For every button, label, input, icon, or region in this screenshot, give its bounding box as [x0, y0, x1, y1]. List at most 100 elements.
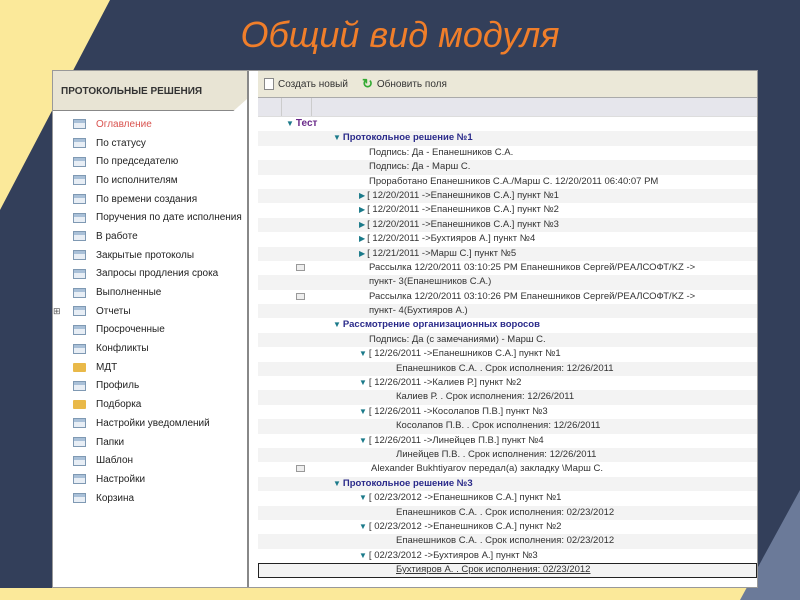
- row-text: Подпись: Да - Епанешников С.А.: [369, 146, 514, 158]
- tree-row[interactable]: Подпись: Да - Марш С.: [258, 160, 757, 175]
- sidebar-item-label: Запросы продления срока: [96, 268, 219, 280]
- table-icon: [73, 287, 86, 298]
- tree-row[interactable]: Епанешников С.А. . Срок исполнения: 02/2…: [258, 534, 757, 549]
- tree-row[interactable]: Подпись: Да (с замечаниями) - Марш С.: [258, 332, 757, 348]
- sidebar-item[interactable]: Профиль: [53, 377, 247, 396]
- tree-row[interactable]: ▶[ 12/21/2011 ->Марш С.] пункт №5: [258, 246, 757, 261]
- tree-row[interactable]: ▼[ 02/23/2012 ->Епанешников С.А.] пункт …: [258, 520, 757, 534]
- collapse-arrow-icon[interactable]: ▼: [359, 378, 367, 387]
- tree-row[interactable]: ▼ Протокольное решение №3: [258, 476, 757, 492]
- sidebar-item[interactable]: По председателю: [53, 152, 247, 171]
- sidebar: ПРОТОКОЛЬНЫЕ РЕШЕНИЯ Оглавление По статус…: [53, 71, 249, 587]
- collapse-arrow-icon[interactable]: ▼: [286, 119, 294, 128]
- tree-row[interactable]: Проработано Епанешников С.А./Марш С. 12/…: [258, 175, 757, 189]
- row-text: Косолапов П.В. . Срок исполнения: 12/26/…: [396, 420, 601, 432]
- row-text: [ 02/23/2012 ->Епанешников С.А.] пункт №…: [368, 520, 562, 532]
- tree-row[interactable]: ▶[ 12/20/2011 ->Епанешников С.А.] пункт …: [258, 203, 757, 217]
- sidebar-item[interactable]: Настройки уведомлений: [53, 414, 247, 433]
- folder-icon: [73, 400, 86, 410]
- tree-row[interactable]: ▼ Протокольное решение №1: [258, 131, 757, 146]
- row-text: [ 12/26/2011 ->Косолапов П.В.] пункт №3: [368, 405, 548, 417]
- row-text: [ 02/23/2012 ->Епанешников С.А.] пункт №…: [368, 492, 562, 504]
- expand-icon[interactable]: ⊞: [53, 306, 61, 317]
- tree-row[interactable]: ▼[ 12/26/2011 ->Косолапов П.В.] пункт №3: [258, 405, 757, 419]
- create-new-button[interactable]: Создать новый: [264, 78, 348, 90]
- tree-row[interactable]: ▼ Рассмотрение организационных воросов: [258, 318, 757, 332]
- tree-view: ▼ Тест ▼ Протокольное решение №1 Подпись: Да…: [258, 117, 757, 578]
- tree-row[interactable]: Рассылка 12/20/2011 03:10:25 PM Епанешни…: [258, 261, 757, 275]
- tree-row[interactable]: ▶[ 12/20/2011 ->Епанешников С.А.] пункт …: [258, 217, 757, 233]
- sidebar-item[interactable]: Шаблон: [53, 451, 247, 470]
- app-screenshot: ПРОТОКОЛЬНЫЕ РЕШЕНИЯ Оглавление По статус…: [52, 70, 758, 588]
- sidebar-item-label: Профиль: [96, 380, 140, 392]
- sidebar-item[interactable]: Корзина: [53, 489, 247, 508]
- collapse-arrow-icon[interactable]: ▼: [359, 407, 367, 416]
- expand-arrow-icon[interactable]: ▶: [359, 191, 365, 200]
- sidebar-item-label: Корзина: [96, 492, 135, 504]
- tree-row[interactable]: ▶[ 12/20/2011 ->Епанешников С.А.] пункт …: [258, 188, 757, 204]
- sidebar-item[interactable]: Запросы продления срока: [53, 265, 247, 284]
- sidebar-item[interactable]: Настройки: [53, 470, 247, 489]
- sidebar-item[interactable]: По исполнителям: [53, 171, 247, 190]
- collapse-arrow-icon[interactable]: ▼: [359, 493, 367, 502]
- tree-row[interactable]: ▼[ 12/26/2011 ->Линейцев П.В.] пункт №4: [258, 434, 757, 448]
- tree-row[interactable]: Бухтияров А. . Срок исполнения: 02/23/20…: [258, 563, 757, 578]
- sidebar-item-label: Папки: [96, 436, 125, 448]
- sidebar-item[interactable]: Поручения по дате исполнения: [53, 208, 247, 227]
- collapse-arrow-icon[interactable]: ▼: [333, 133, 341, 142]
- tree-row[interactable]: ▼[ 12/26/2011 ->Епанешников С.А.] пункт …: [258, 347, 757, 361]
- expand-arrow-icon[interactable]: ▶: [359, 249, 365, 258]
- table-icon: [73, 119, 86, 130]
- sidebar-item-label: По исполнителям: [96, 174, 178, 186]
- tree-row[interactable]: пункт- 4(Бухтияров А.): [258, 304, 757, 319]
- expand-arrow-icon[interactable]: ▶: [359, 234, 365, 243]
- sidebar-item[interactable]: Подборка: [53, 395, 247, 414]
- collapse-arrow-icon[interactable]: ▼: [359, 551, 367, 560]
- collapse-arrow-icon[interactable]: ▼: [333, 479, 341, 488]
- sidebar-item[interactable]: ⊞ Отчеты: [53, 302, 247, 321]
- tree-row[interactable]: Рассылка 12/20/2011 03:10:26 PM Епанешни…: [258, 290, 757, 304]
- table-icon: [73, 156, 86, 167]
- sidebar-item[interactable]: МДТ: [53, 358, 247, 377]
- refresh-icon: ↻: [361, 76, 373, 91]
- table-icon: [73, 175, 86, 186]
- tree-row[interactable]: Косолапов П.В. . Срок исполнения: 12/26/…: [258, 419, 757, 434]
- tree-row[interactable]: ▼[ 02/23/2012 ->Епанешников С.А.] пункт …: [258, 491, 757, 505]
- row-text: [ 12/26/2011 ->Епанешников С.А.] пункт №…: [368, 348, 561, 360]
- row-text: [ 02/23/2012 ->Бухтияров А.] пункт №3: [368, 549, 538, 561]
- sidebar-item[interactable]: В работе: [53, 227, 247, 246]
- collapse-arrow-icon[interactable]: ▼: [359, 522, 367, 531]
- sidebar-item-label: Поручения по дате исполнения: [96, 212, 242, 224]
- tree-row[interactable]: Епанешников С.А. . Срок исполнения: 12/2…: [258, 361, 757, 377]
- row-text: Линейцев П.В. . Срок исполнения: 12/26/2…: [396, 448, 597, 460]
- tree-row[interactable]: Подпись: Да - Епанешников С.А.: [258, 146, 757, 160]
- tree-row[interactable]: ▼ Тест: [258, 117, 757, 131]
- row-text: Протокольное решение №3: [342, 477, 473, 489]
- expand-arrow-icon[interactable]: ▶: [359, 205, 365, 214]
- collapse-arrow-icon[interactable]: ▼: [333, 320, 341, 329]
- tree-row[interactable]: Калиев Р. . Срок исполнения: 12/26/2011: [258, 390, 757, 405]
- sidebar-item[interactable]: По времени создания: [53, 190, 247, 209]
- sidebar-item[interactable]: Оглавление: [53, 115, 247, 134]
- tree-row[interactable]: пункт- 3(Епанешников С.А.): [258, 275, 757, 290]
- sidebar-item[interactable]: Просроченные: [53, 321, 247, 340]
- tree-row[interactable]: Alexander Bukhtiyarov передал(а) закладк…: [258, 462, 757, 476]
- sidebar-item[interactable]: Выполненные: [53, 283, 247, 302]
- expand-arrow-icon[interactable]: ▶: [359, 220, 365, 229]
- sidebar-item[interactable]: По статусу: [53, 134, 247, 153]
- row-text: Калиев Р. . Срок исполнения: 12/26/2011: [396, 391, 575, 403]
- row-text: Тест: [295, 118, 318, 129]
- sidebar-item[interactable]: Папки: [53, 433, 247, 452]
- collapse-arrow-icon[interactable]: ▼: [359, 436, 367, 445]
- tree-row[interactable]: ▶[ 12/20/2011 ->Бухтияров А.] пункт №4: [258, 232, 757, 246]
- create-new-label: Создать новый: [278, 78, 348, 90]
- sidebar-item[interactable]: Конфликты: [53, 339, 247, 358]
- tree-row[interactable]: ▼[ 02/23/2012 ->Бухтияров А.] пункт №3: [258, 549, 757, 563]
- tree-row[interactable]: Епанешников С.А. . Срок исполнения: 02/2…: [258, 505, 757, 520]
- table-icon: [73, 231, 86, 242]
- tree-row[interactable]: ▼[ 12/26/2011 ->Калиев Р.] пункт №2: [258, 376, 757, 390]
- sidebar-item[interactable]: Закрытые протоколы: [53, 246, 247, 265]
- refresh-fields-button[interactable]: ↻ Обновить поля: [362, 76, 447, 92]
- tree-row[interactable]: Линейцев П.В. . Срок исполнения: 12/26/2…: [258, 447, 757, 463]
- collapse-arrow-icon[interactable]: ▼: [359, 349, 367, 358]
